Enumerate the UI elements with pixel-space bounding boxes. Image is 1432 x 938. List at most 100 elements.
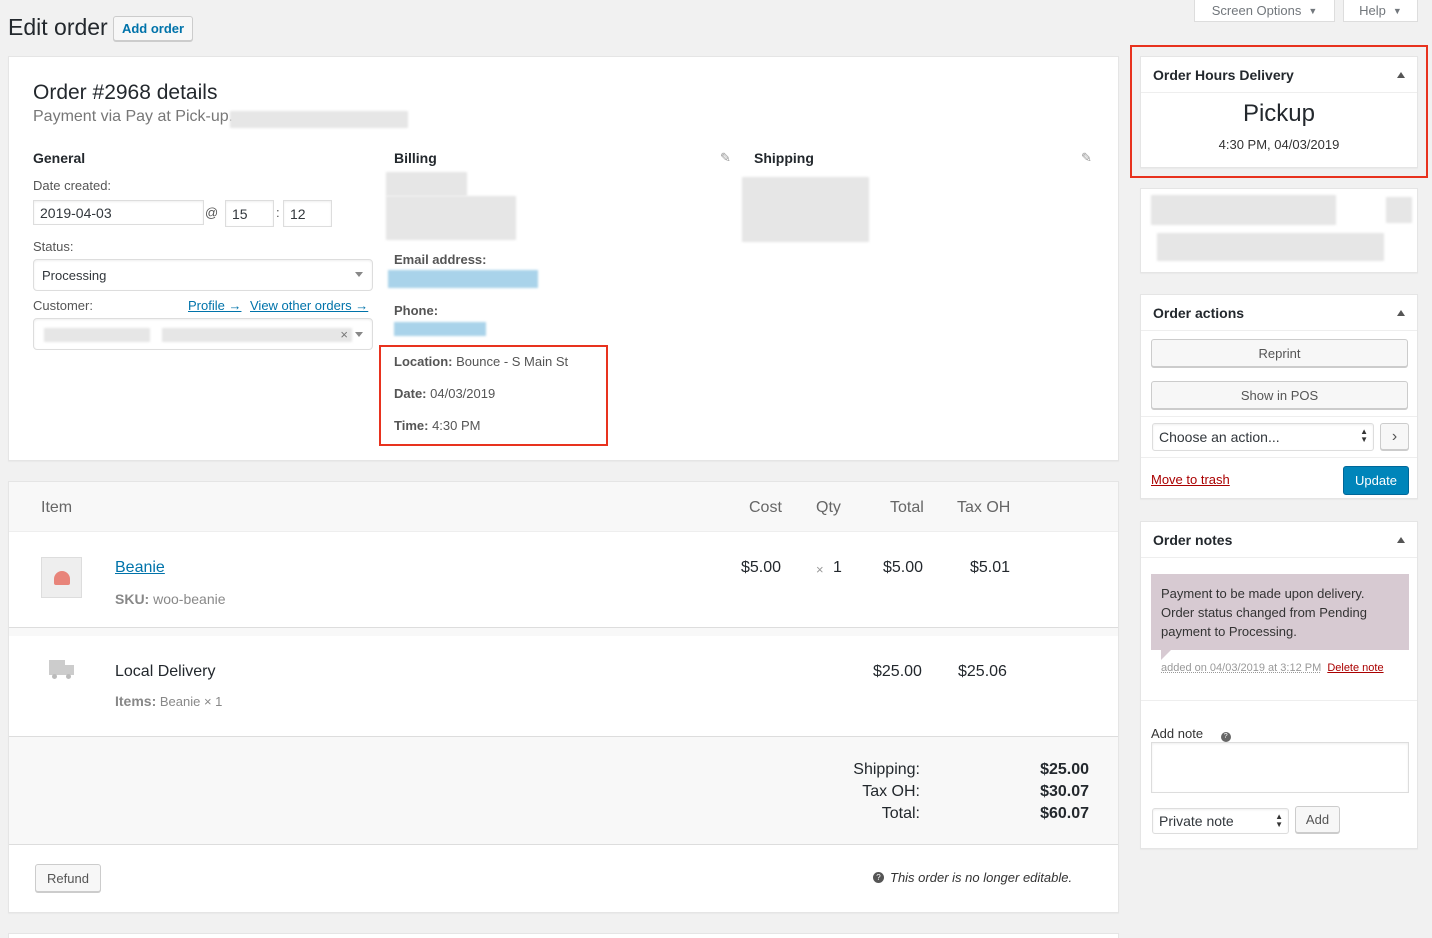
status-label: Status: (33, 239, 74, 254)
dropdown-arrow-icon (355, 272, 363, 277)
status-select[interactable]: Processing (33, 259, 373, 291)
help-icon[interactable]: ? (1220, 732, 1231, 742)
product-qty: 1 (833, 559, 842, 576)
order-actions-panel: Order actions Reprint Show in POS Choose… (1140, 294, 1418, 499)
move-to-trash-link[interactable]: Move to trash (1151, 472, 1230, 487)
shipping-heading: Shipping (754, 150, 814, 166)
profile-link[interactable]: Profile → (188, 298, 241, 313)
bottom-box-edge (8, 933, 1119, 938)
screen-options-button[interactable]: Screen Options ▼ (1194, 0, 1335, 22)
collapse-arrow-icon[interactable] (1397, 537, 1405, 543)
order-actions-title-text: Order actions (1153, 304, 1245, 321)
location-line: Location: Bounce - S Main St (394, 354, 568, 369)
minute-input[interactable]: 12 (283, 200, 332, 227)
time-colon: : (276, 205, 280, 220)
delete-note-link[interactable]: Delete note (1327, 662, 1383, 674)
help-label: Help (1359, 3, 1386, 18)
divider (1141, 416, 1417, 417)
order-notes-title: Order notes (1141, 522, 1417, 558)
sku-value: woo-beanie (153, 591, 226, 607)
time-label: Time: (394, 418, 429, 433)
redacted-content (1151, 195, 1336, 225)
caret-down-icon: ▼ (1308, 5, 1318, 16)
redacted-shipping-address (742, 177, 869, 242)
divider (1141, 457, 1417, 458)
delivery-title-text: Order Hours Delivery (1153, 66, 1294, 83)
update-button[interactable]: Update (1343, 466, 1409, 495)
add-note-label-text: Add note (1151, 726, 1204, 741)
time-line: Time: 4:30 PM (394, 418, 480, 433)
redacted-customer-2 (162, 328, 352, 342)
product-total: $5.00 (883, 559, 924, 576)
shipping-tax: $25.06 (958, 663, 1007, 680)
hour-input[interactable]: 15 (225, 200, 274, 227)
redacted-customer (44, 328, 150, 342)
email-label: Email address: (394, 252, 487, 267)
location-label: Location: (394, 354, 453, 369)
shipping-total: $25.00 (873, 663, 922, 680)
order-title: Order #2968 details (33, 81, 218, 104)
redacted-billing-address (386, 196, 516, 240)
shipping-items: Items: Beanie × 1 (115, 693, 222, 709)
divider (1141, 700, 1417, 701)
shipping-items-value: Beanie × 1 (159, 694, 223, 709)
dropdown-arrow-icon (355, 332, 363, 337)
refund-button[interactable]: Refund (35, 864, 101, 892)
screen-options-label: Screen Options (1211, 3, 1302, 18)
redacted-payment (230, 111, 408, 128)
edit-shipping-icon[interactable]: ✎ (1081, 150, 1092, 166)
add-note-label: Add note ? (1151, 726, 1231, 742)
note-textarea[interactable] (1151, 742, 1409, 793)
at-symbol: @ (205, 205, 219, 220)
note-type-select[interactable]: Private note ▲ ▼ (1152, 808, 1289, 834)
billing-heading: Billing (394, 150, 437, 166)
collapse-arrow-icon[interactable] (1397, 72, 1405, 78)
general-heading: General (33, 150, 86, 166)
order-hours-delivery-panel: Order Hours Delivery Pickup 4:30 PM, 04/… (1140, 56, 1418, 168)
reprint-button[interactable]: Reprint (1151, 339, 1408, 367)
help-button[interactable]: Help ▼ (1343, 0, 1418, 22)
caret-down-icon: ▼ (1392, 5, 1402, 16)
choose-action-value: Choose an action... (1159, 429, 1280, 445)
apply-action-button[interactable]: › (1380, 423, 1409, 450)
col-total: Total (890, 499, 924, 516)
note-meta: added on 04/03/2019 at 3:12 PM Delete no… (1161, 662, 1384, 674)
date-value: 04/03/2019 (430, 386, 496, 401)
col-tax: Tax OH (957, 499, 1011, 516)
not-editable-text: This order is no longer editable. (890, 870, 1073, 885)
note-type-value: Private note (1159, 813, 1234, 829)
select-arrows-icon: ▲ ▼ (1360, 427, 1368, 444)
note-text: Payment to be made upon delivery. Order … (1161, 586, 1367, 639)
col-cost: Cost (749, 499, 782, 516)
collapse-arrow-icon[interactable] (1397, 310, 1405, 316)
time-value: 4:30 PM (432, 418, 481, 433)
not-editable-note: ? This order is no longer editable. (873, 870, 1072, 885)
customer-select[interactable]: × (33, 318, 373, 350)
delivery-when: 4:30 PM, 04/03/2019 (1218, 137, 1340, 152)
redacted-panel (1140, 188, 1418, 273)
show-in-pos-button[interactable]: Show in POS (1151, 381, 1408, 409)
col-item: Item (41, 499, 73, 516)
product-link[interactable]: Beanie (115, 559, 165, 577)
select-arrows-icon: ▲ ▼ (1275, 812, 1283, 829)
view-other-orders-link[interactable]: View other orders → (250, 298, 368, 313)
status-value: Processing (42, 267, 107, 283)
help-icon: ? (873, 872, 884, 883)
totals-values: $25.00 $30.07 $60.07 (989, 759, 1089, 825)
totals-total-value: $60.07 (1040, 805, 1089, 822)
choose-action-select[interactable]: Choose an action... ▲ ▼ (1152, 423, 1374, 451)
edit-billing-icon[interactable]: ✎ (720, 150, 731, 166)
items-header-row (9, 482, 1118, 532)
col-qty: Qty (816, 499, 841, 516)
date-line: Date: 04/03/2019 (394, 386, 495, 401)
add-note-button[interactable]: Add (1295, 806, 1340, 833)
truck-icon (49, 660, 74, 680)
payment-method: Payment via Pay at Pick-up. (33, 108, 234, 125)
clear-icon[interactable]: × (340, 327, 348, 342)
sku-label: SKU: (115, 591, 150, 607)
shipping-items-label: Items: (115, 693, 157, 709)
totals-total-label: Total: (881, 805, 920, 822)
date-created-input[interactable]: 2019-04-03 (33, 200, 204, 225)
add-order-button[interactable]: Add order (113, 16, 193, 41)
redacted-email (388, 270, 538, 288)
